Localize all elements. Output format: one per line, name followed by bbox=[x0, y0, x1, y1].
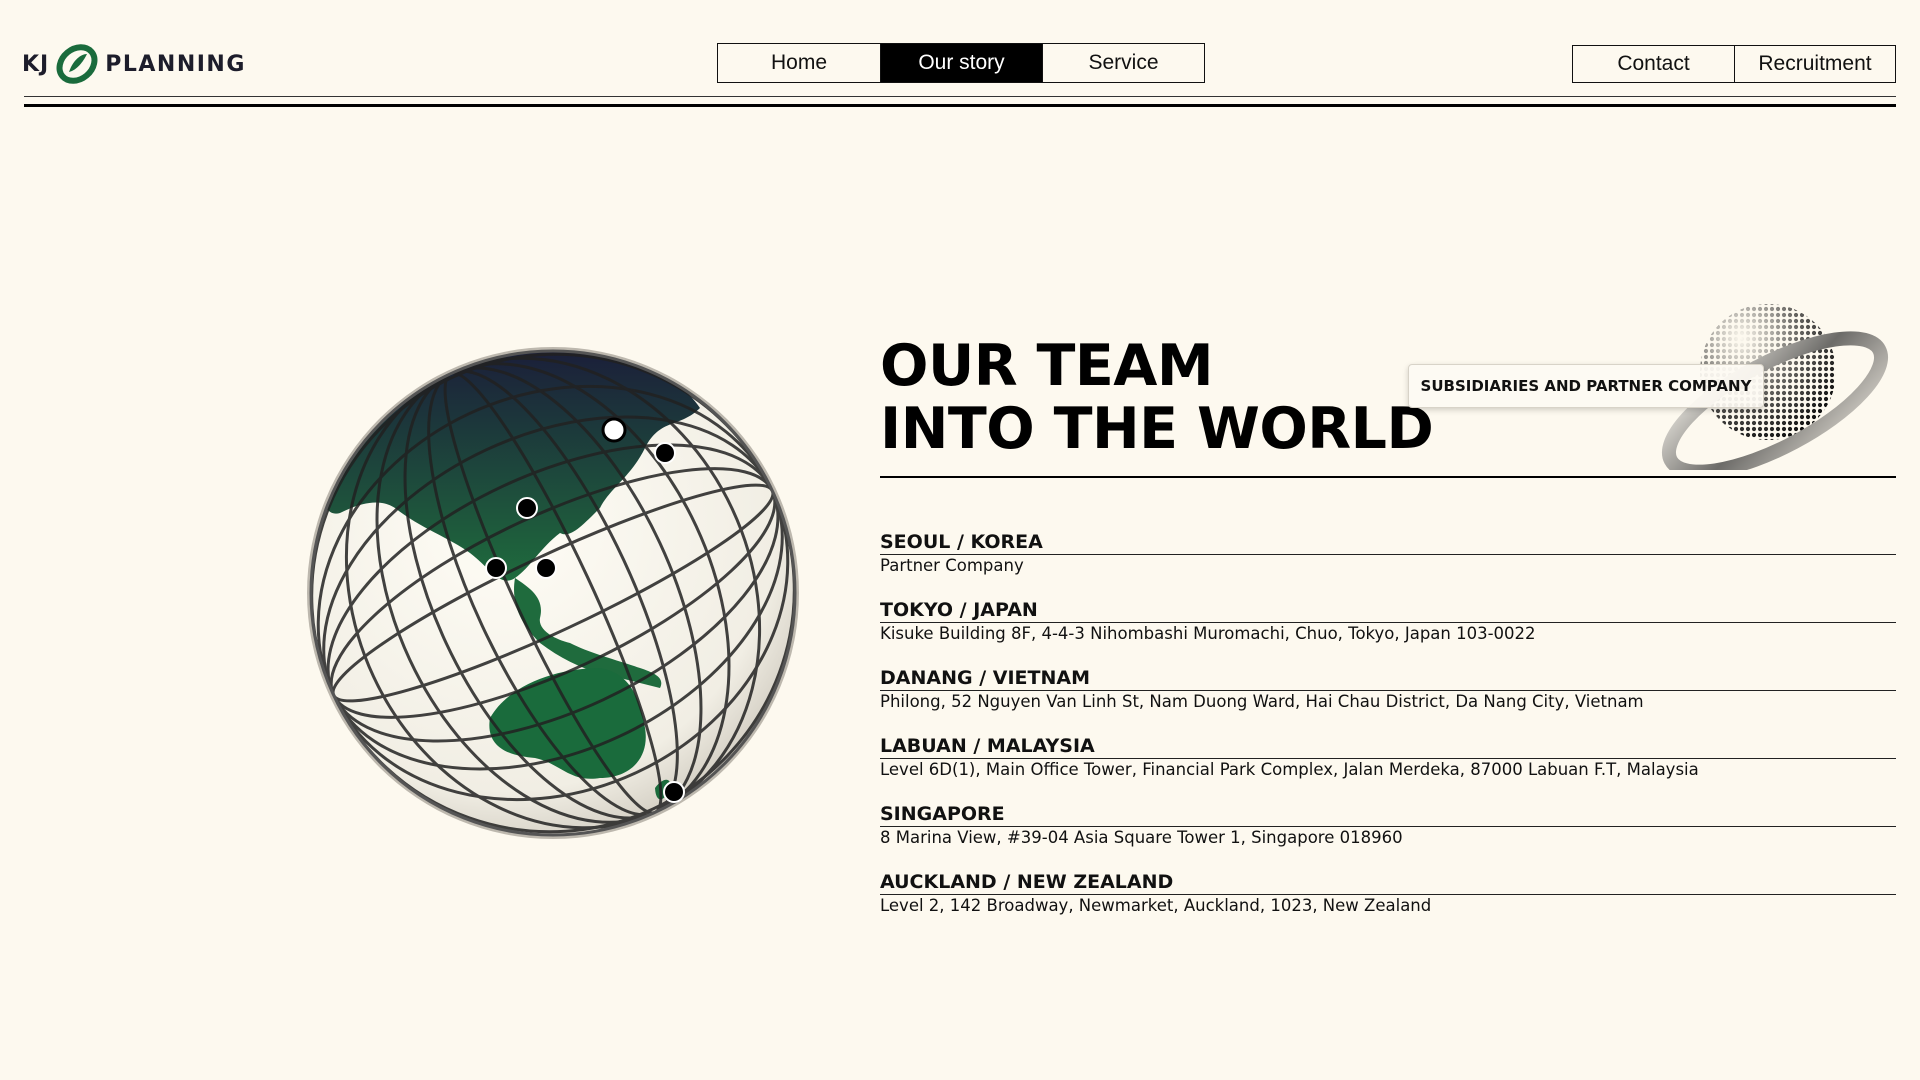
location-address: Philong, 52 Nguyen Van Linh St, Nam Duon… bbox=[880, 692, 1644, 711]
subsidiaries-badge: SUBSIDIARIES AND PARTNER COMPANY bbox=[1408, 364, 1764, 408]
location-address: Partner Company bbox=[880, 556, 1024, 575]
location-item: LABUAN / MALAYSIA Level 6D(1), Main Offi… bbox=[880, 734, 1896, 802]
location-city: LABUAN / MALAYSIA bbox=[880, 734, 1896, 759]
brand-logo[interactable]: KJ PLANNING bbox=[22, 42, 246, 86]
kj-leaf-logo-icon bbox=[56, 44, 98, 84]
header-divider-thin bbox=[24, 96, 1896, 97]
nav-home-button[interactable]: Home bbox=[718, 44, 880, 82]
nav-contact-button[interactable]: Contact bbox=[1573, 46, 1734, 82]
marker-tokyo bbox=[654, 442, 676, 464]
marker-auckland bbox=[663, 781, 685, 803]
location-item: SINGAPORE 8 Marina View, #39-04 Asia Squ… bbox=[880, 802, 1896, 870]
globe-illustration bbox=[307, 347, 799, 839]
marker-singapore bbox=[485, 557, 507, 579]
location-address: Kisuke Building 8F, 4-4-3 Nihombashi Mur… bbox=[880, 624, 1536, 643]
location-city: SEOUL / KOREA bbox=[880, 530, 1896, 555]
location-list: SEOUL / KOREA Partner Company TOKYO / JA… bbox=[880, 530, 1896, 938]
marker-danang bbox=[516, 497, 538, 519]
location-city: TOKYO / JAPAN bbox=[880, 598, 1896, 623]
logo-prefix: KJ bbox=[22, 51, 50, 77]
location-city: AUCKLAND / NEW ZEALAND bbox=[880, 870, 1896, 895]
location-address: Level 2, 142 Broadway, Newmarket, Auckla… bbox=[880, 896, 1432, 915]
location-item: SEOUL / KOREA Partner Company bbox=[880, 530, 1896, 598]
nav-recruitment-button[interactable]: Recruitment bbox=[1734, 46, 1895, 82]
location-city: DANANG / VIETNAM bbox=[880, 666, 1896, 691]
header-divider-thick bbox=[24, 104, 1896, 107]
location-address: Level 6D(1), Main Office Tower, Financia… bbox=[880, 760, 1699, 779]
location-item: AUCKLAND / NEW ZEALAND Level 2, 142 Broa… bbox=[880, 870, 1896, 938]
main-nav: Home Our story Service bbox=[717, 43, 1205, 83]
marker-seoul bbox=[601, 417, 627, 443]
section-title: OUR TEAM INTO THE WORLD bbox=[880, 333, 1434, 462]
location-item: TOKYO / JAPAN Kisuke Building 8F, 4-4-3 … bbox=[880, 598, 1896, 666]
section-title-line-1: OUR TEAM bbox=[880, 333, 1214, 399]
location-address: 8 Marina View, #39-04 Asia Square Tower … bbox=[880, 828, 1403, 847]
location-city: SINGAPORE bbox=[880, 802, 1896, 827]
logo-name: PLANNING bbox=[105, 51, 246, 77]
nav-service-button[interactable]: Service bbox=[1042, 44, 1204, 82]
marker-labuan bbox=[535, 557, 557, 579]
title-divider bbox=[880, 476, 1896, 478]
secondary-nav: Contact Recruitment bbox=[1572, 45, 1896, 83]
location-item: DANANG / VIETNAM Philong, 52 Nguyen Van … bbox=[880, 666, 1896, 734]
nav-our-story-button[interactable]: Our story bbox=[880, 44, 1042, 82]
section-title-line-2: INTO THE WORLD bbox=[880, 396, 1434, 462]
